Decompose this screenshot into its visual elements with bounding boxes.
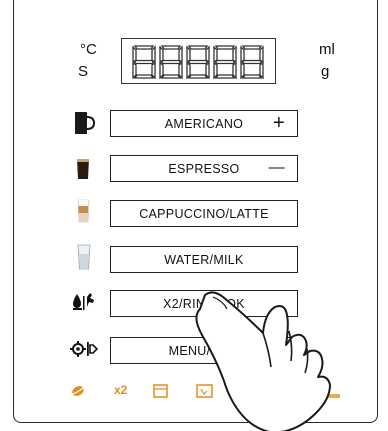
seconds-unit: S <box>78 63 89 80</box>
latte-glass-icon <box>77 199 90 223</box>
plus-icon: + <box>273 112 285 134</box>
americano-label: AMERICANO <box>164 116 244 131</box>
americano-button[interactable]: AMERICANO + <box>110 110 298 137</box>
espresso-cup-icon <box>77 159 89 179</box>
water-glass-icon <box>77 244 91 270</box>
cappuccino-latte-button[interactable]: CAPPUCCINO/LATTE <box>110 200 298 227</box>
water-milk-button[interactable]: WATER/MILK <box>110 246 298 273</box>
espresso-button[interactable]: ESPRESSO — <box>110 155 298 182</box>
pointing-hand-icon <box>195 291 331 431</box>
rinse-icon <box>73 293 94 310</box>
minus-icon: — <box>268 159 285 176</box>
milliliter-unit: ml <box>319 41 335 58</box>
coffee-bean-icon <box>72 386 84 396</box>
gram-unit: g <box>321 63 330 80</box>
menu-exit-icon <box>70 341 98 357</box>
espresso-label: ESPRESSO <box>168 161 240 176</box>
x2-indicator: x2 <box>114 383 128 397</box>
americano-cup-icon <box>75 112 96 134</box>
cappuccino-latte-label: CAPPUCCINO/LATTE <box>139 206 269 221</box>
tray-icon <box>153 384 168 398</box>
water-milk-label: WATER/MILK <box>164 252 244 267</box>
segment-digits <box>132 45 264 79</box>
celsius-unit: °C <box>80 41 97 58</box>
